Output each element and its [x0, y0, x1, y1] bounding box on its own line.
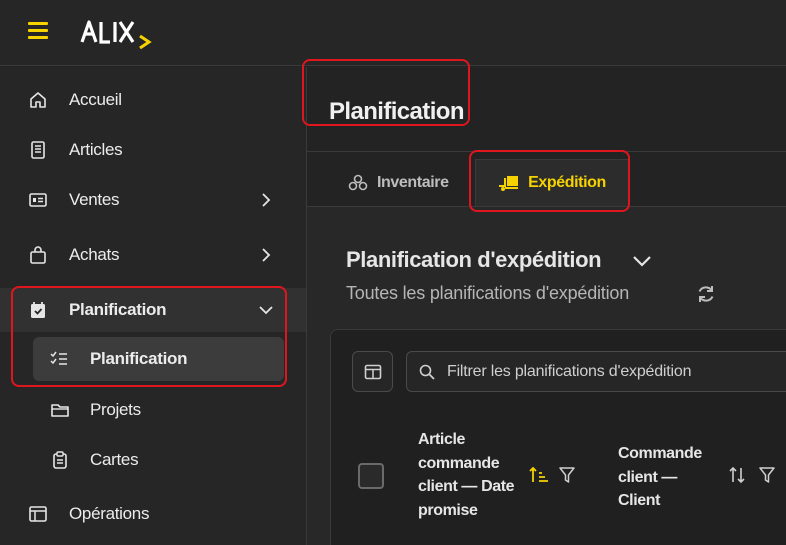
tabs-divider [307, 151, 786, 152]
sidebar-item-label: Planification [69, 300, 167, 319]
chevron-right-icon [262, 193, 271, 207]
filter-field[interactable] [406, 351, 786, 392]
refresh-icon[interactable] [695, 283, 717, 305]
sidebar-item-achats[interactable]: Achats [0, 233, 306, 277]
sidebar-item-label: Ventes [69, 190, 120, 209]
search-icon [419, 364, 435, 380]
sidebar-subitem-planification[interactable]: Planification [33, 337, 284, 381]
chevron-right-icon [262, 248, 271, 262]
columns-button[interactable] [352, 351, 393, 392]
filter-icon[interactable] [558, 466, 576, 484]
id-card-icon [29, 193, 47, 207]
data-table: Article commande client — Date promise C… [330, 329, 786, 545]
sidebar-item-operations[interactable]: Opérations [0, 492, 306, 536]
main-content: Planification Inventaire Expédition Plan… [307, 67, 786, 545]
sidebar-item-accueil[interactable]: Accueil [0, 78, 306, 122]
tab-label: Inventaire [377, 173, 449, 191]
sidebar-item-planification[interactable]: Planification [0, 288, 306, 332]
top-bar [0, 0, 786, 66]
sidebar-item-label: Opérations [69, 504, 150, 523]
sidebar-item-label: Articles [69, 140, 123, 159]
sidebar-item-articles[interactable]: Articles [0, 128, 306, 172]
tab-label: Expédition [528, 174, 606, 191]
sidebar-item-label: Planification [90, 349, 188, 368]
columns-icon [364, 364, 382, 380]
sidebar-item-label: Projets [90, 400, 141, 419]
tab-panel: Planification d'expédition Toutes les pl… [307, 206, 786, 545]
calendar-check-icon [31, 302, 45, 318]
section-subtitle: Toutes les planifications d'expédition [346, 283, 630, 303]
alix-logo[interactable] [80, 16, 154, 50]
column-header-client[interactable]: Commande client — Client [618, 442, 718, 513]
sort-ascending-icon[interactable] [528, 466, 548, 484]
filter-input[interactable] [447, 361, 786, 383]
chevron-down-icon[interactable] [631, 252, 653, 270]
sidebar-item-ventes[interactable]: Ventes [0, 178, 306, 222]
truck-loading-icon [499, 176, 519, 191]
tab-expedition[interactable]: Expédition [475, 159, 629, 206]
sort-icon[interactable] [728, 466, 748, 484]
clipboard-icon [53, 451, 67, 469]
boxes-icon [348, 174, 368, 190]
book-icon [31, 141, 45, 159]
checklist-icon [50, 351, 67, 365]
sidebar-item-label: Accueil [69, 90, 122, 109]
section-title[interactable]: Planification d'expédition [346, 247, 602, 273]
chevron-down-icon [259, 306, 273, 315]
layout-icon [29, 506, 47, 522]
sidebar-subitem-projets[interactable]: Projets [0, 388, 306, 432]
menu-icon[interactable] [28, 22, 48, 40]
folder-icon [51, 404, 69, 417]
shopping-bag-icon [30, 246, 46, 264]
sidebar: Accueil Articles Ventes Achats Planifica… [0, 67, 307, 545]
sidebar-item-label: Achats [69, 245, 120, 264]
home-icon [30, 92, 46, 108]
sidebar-item-label: Cartes [90, 450, 139, 469]
column-header-date-promise[interactable]: Article commande client — Date promise [418, 428, 528, 522]
select-all-checkbox[interactable] [358, 463, 384, 489]
filter-icon[interactable] [758, 466, 776, 484]
sidebar-subitem-cartes[interactable]: Cartes [0, 438, 306, 482]
tab-inventaire[interactable]: Inventaire [347, 159, 449, 206]
page-title: Planification [329, 98, 464, 125]
